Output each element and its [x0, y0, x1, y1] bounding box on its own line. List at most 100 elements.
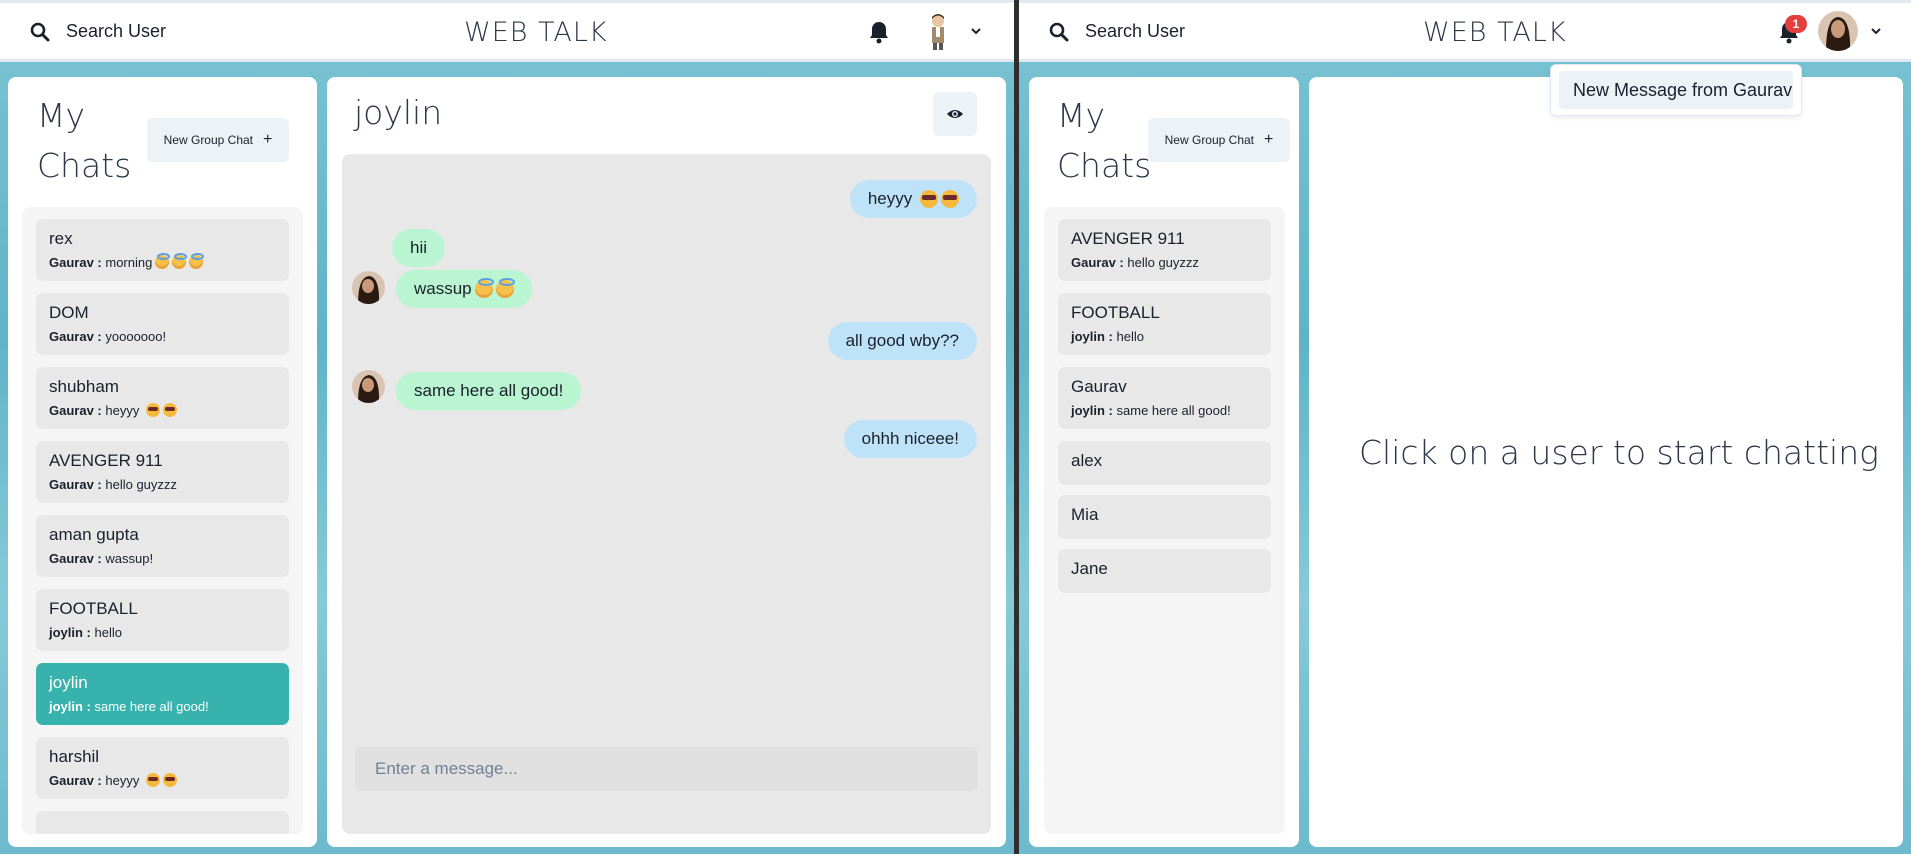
chat-name: AVENGER 911 — [49, 451, 163, 470]
sender-avatar — [352, 370, 385, 403]
message-bubble-received: wassup — [396, 270, 532, 308]
profile-menu-button[interactable] — [918, 11, 982, 51]
profile-menu-button[interactable] — [1818, 11, 1882, 51]
chat-last-message: joylin : same here all good! — [1071, 403, 1231, 418]
angel-emoji-icon — [155, 253, 171, 269]
chat-last-message: Gaurav : heyyy — [49, 773, 276, 789]
chat-name: Jane — [1071, 559, 1108, 578]
chat-item-jane[interactable]: Jane — [1058, 549, 1271, 593]
chat-name: harshil — [49, 747, 100, 766]
my-chats-panel: My Chats New Group Chat + AVENGER 911 Ga… — [1029, 77, 1299, 847]
chat-name: joylin — [49, 673, 88, 692]
chat-name: DOM — [49, 303, 89, 322]
chat-name: AVENGER 911 — [1071, 229, 1185, 248]
search-user-label: Search User — [66, 21, 167, 41]
app-brand: WEB TALK — [1423, 17, 1567, 48]
chat-last-message: Gaurav : morning — [49, 253, 276, 271]
right-window: Search User WEB TALK 1 My Chats New Grou… — [1019, 0, 1911, 854]
sunglasses-emoji-icon — [162, 773, 177, 787]
sunglasses-emoji-icon — [941, 190, 959, 208]
chat-list: rex Gaurav : morning DOM Gaurav : yooooo… — [22, 207, 303, 834]
chat-last-message: Gaurav : heyyy — [49, 403, 276, 419]
top-navbar: Search User WEB TALK 1 — [1019, 0, 1911, 62]
my-chats-title: My Chats — [37, 96, 132, 185]
notification-dropdown: New Message from Gaurav — [1550, 64, 1802, 116]
search-user-label: Search User — [1085, 21, 1186, 41]
chat-item-football[interactable]: FOOTBALL joylin : hello — [1058, 293, 1271, 355]
chat-item-shubham[interactable]: shubham Gaurav : heyyy — [36, 367, 289, 429]
chat-last-message: Gaurav : yooooooo! — [49, 329, 167, 344]
angel-emoji-icon — [495, 278, 515, 298]
chat-box-panel: Click on a user to start chatting — [1309, 77, 1903, 847]
angel-emoji-icon — [189, 253, 205, 269]
angel-emoji-icon — [474, 278, 494, 298]
chat-last-message: joylin : same here all good! — [49, 699, 209, 714]
plus-icon: + — [1264, 131, 1274, 148]
chat-item-football[interactable]: FOOTBALL joylin : hello — [36, 589, 289, 651]
sunglasses-emoji-icon — [920, 190, 938, 208]
chat-item-rex[interactable]: rex Gaurav : morning — [36, 219, 289, 281]
messages-area: heyyy hii wassup all good wby?? same her… — [342, 154, 991, 834]
search-icon — [30, 22, 50, 41]
chat-item-harshil[interactable]: harshil Gaurav : heyyy — [36, 737, 289, 799]
sunglasses-emoji-icon — [145, 773, 160, 787]
new-group-chat-button[interactable]: New Group Chat + — [147, 118, 289, 162]
eye-icon — [947, 110, 963, 118]
chat-last-message: Gaurav : wassup! — [49, 551, 154, 566]
chat-item-alex[interactable]: alex — [1058, 441, 1271, 485]
left-window: Search User WEB TALK My Chats New Group … — [0, 0, 1014, 854]
my-chats-panel: My Chats New Group Chat + rex Gaurav : m… — [8, 77, 317, 847]
chat-last-message: joylin : hello — [49, 625, 122, 640]
bell-icon[interactable] — [868, 20, 890, 44]
message-bubble-received: hii — [392, 229, 446, 267]
chat-item-gaurav[interactable]: Gaurav joylin : same here all good! — [1058, 367, 1271, 429]
sunglasses-emoji-icon — [162, 403, 177, 417]
avatar — [918, 11, 958, 51]
view-profile-button[interactable] — [933, 92, 977, 136]
chat-last-message: Gaurav : hello guyzzz — [1071, 255, 1199, 270]
new-group-chat-label: New Group Chat — [1164, 133, 1255, 147]
chat-item-aman-gupta[interactable]: aman gupta Gaurav : wassup! — [36, 515, 289, 577]
new-group-chat-label: New Group Chat — [163, 133, 254, 147]
message-bubble-sent: all good wby?? — [827, 322, 977, 360]
chat-name: Mia — [1071, 505, 1099, 524]
chat-item-joylin[interactable]: joylin joylin : same here all good! — [36, 663, 289, 725]
message-bubble-received: same here all good! — [396, 372, 582, 410]
message-bubble-sent: ohhh niceee! — [843, 420, 977, 458]
chat-last-message: Gaurav : hello guyzzz — [49, 477, 177, 492]
chat-name: rex — [49, 229, 73, 248]
message-input[interactable] — [355, 747, 978, 791]
message-bubble-sent: heyyy — [849, 180, 977, 218]
chat-name: Gaurav — [1071, 377, 1127, 396]
chat-name: alex — [1071, 451, 1103, 470]
chevron-down-icon — [1871, 28, 1881, 35]
chat-item-partial[interactable] — [36, 811, 289, 834]
angel-emoji-icon — [172, 253, 188, 269]
chat-header-name: joylin — [354, 93, 443, 132]
search-user-button[interactable]: Search User — [30, 21, 166, 42]
chevron-down-icon — [971, 28, 981, 35]
plus-icon: + — [263, 131, 273, 148]
chat-item-avenger-911[interactable]: AVENGER 911 Gaurav : hello guyzzz — [36, 441, 289, 503]
sender-avatar — [352, 271, 385, 304]
notification-item[interactable]: New Message from Gaurav — [1559, 71, 1793, 109]
avatar — [1818, 11, 1858, 51]
chat-item-avenger-911[interactable]: AVENGER 911 Gaurav : hello guyzzz — [1058, 219, 1271, 281]
chat-name: FOOTBALL — [49, 599, 138, 618]
search-icon — [1049, 22, 1069, 41]
chat-name: FOOTBALL — [1071, 303, 1160, 322]
empty-chat-message: Click on a user to start chatting — [1359, 433, 1879, 472]
notification-badge: 1 — [1785, 15, 1807, 33]
chat-name: aman gupta — [49, 525, 139, 544]
sunglasses-emoji-icon — [145, 403, 160, 417]
chat-box-panel: joylin heyyy hii wassup all good wby?? s… — [327, 77, 1006, 847]
chat-list: AVENGER 911 Gaurav : hello guyzzz FOOTBA… — [1044, 207, 1285, 834]
chat-item-dom[interactable]: DOM Gaurav : yooooooo! — [36, 293, 289, 355]
top-navbar: Search User WEB TALK — [0, 0, 1014, 62]
search-user-button[interactable]: Search User — [1049, 21, 1185, 42]
chat-name: shubham — [49, 377, 119, 396]
chat-item-mia[interactable]: Mia — [1058, 495, 1271, 539]
chat-last-message: joylin : hello — [1071, 329, 1144, 344]
app-brand: WEB TALK — [464, 17, 608, 48]
new-group-chat-button[interactable]: New Group Chat + — [1148, 118, 1290, 162]
